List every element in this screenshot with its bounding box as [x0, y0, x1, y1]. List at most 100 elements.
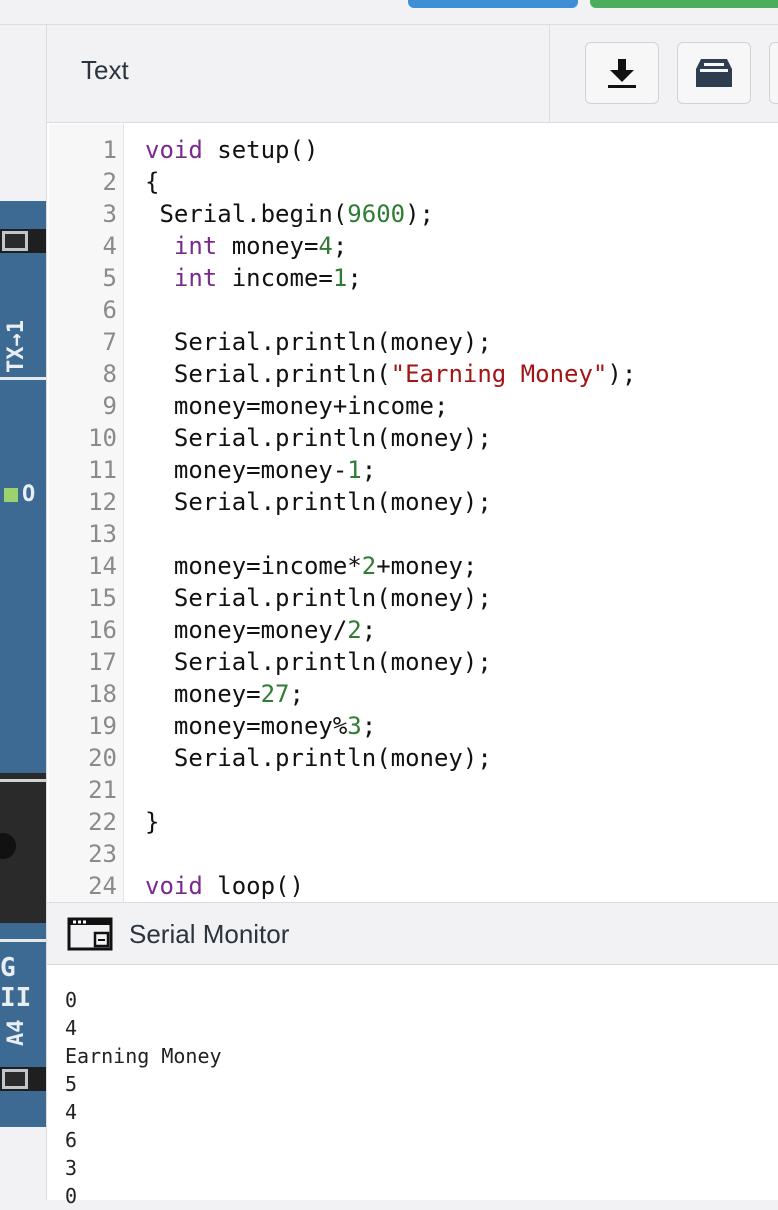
board-label-tx: TX→1: [4, 320, 29, 373]
line-number: 24: [88, 872, 117, 900]
line-number: 23: [88, 840, 117, 868]
board-pin-2: [2, 1069, 28, 1089]
line-number: 13: [88, 520, 117, 548]
code-token: ;: [289, 680, 304, 708]
code-token: ;: [332, 232, 348, 260]
line-number: 1: [102, 136, 117, 164]
code-token: money=money/: [145, 616, 348, 644]
serial-output-line: Earning Money: [65, 1044, 222, 1068]
board-led: [4, 488, 18, 502]
code-token: income=: [217, 264, 333, 292]
download-button[interactable]: [585, 42, 659, 104]
line-number: 4: [102, 232, 117, 260]
line-number: 18: [88, 680, 117, 708]
serial-monitor-header[interactable]: Serial Monitor: [47, 902, 778, 965]
board-label-g: G II: [0, 953, 32, 1013]
code-text: Serial.println("Earning Money");: [145, 358, 636, 390]
code-text: }: [145, 806, 159, 838]
header-divider: [549, 25, 550, 122]
board-chip: [0, 773, 46, 923]
serial-output-line: 3: [65, 1156, 78, 1180]
code-text: Serial.println(money);: [145, 486, 492, 518]
code-token: Serial.println(money);: [145, 424, 492, 452]
line-number: 5: [102, 264, 117, 292]
board-silkscreen-line-2: [0, 939, 46, 942]
keyword-token: int: [173, 232, 218, 260]
number-token: 2: [347, 616, 362, 644]
code-text: void setup(): [145, 134, 318, 166]
code-text: Serial.begin(9600);: [145, 198, 434, 230]
serial-output-line: 4: [65, 1100, 78, 1124]
number-token: 27: [260, 680, 290, 708]
code-text: money=money-1;: [145, 454, 376, 486]
code-text: money=money%3;: [145, 710, 376, 742]
number-token: 2: [361, 552, 377, 580]
panel-title: Text: [81, 55, 129, 85]
line-number: 8: [102, 360, 117, 388]
number-token: 9600: [347, 200, 406, 228]
circuit-board-canvas[interactable]: TX→1 O G II A4: [0, 201, 46, 1127]
keyword-token: void: [145, 136, 203, 164]
code-text: Serial.println(money);: [145, 582, 492, 614]
line-number: 21: [88, 776, 117, 804]
code-editor[interactable]: 1 void setup() 2{3 Serial.begin(9600); 4 in…: [49, 124, 778, 902]
top-green-button[interactable]: [590, 0, 778, 8]
code-text: money=27;: [145, 678, 304, 710]
code-text: {: [145, 166, 159, 198]
line-number: 12: [88, 488, 117, 516]
board-label-o: O: [22, 482, 36, 507]
code-token: loop(): [202, 872, 304, 900]
code-text: int money=4;: [145, 230, 347, 262]
board-pin: [2, 231, 28, 251]
code-token: Serial.println(money);: [145, 328, 492, 356]
serial-output-line: 4: [65, 1016, 78, 1040]
code-token: setup(): [202, 136, 319, 164]
code-text: int income=1;: [145, 262, 362, 294]
line-number: 22: [88, 808, 117, 836]
line-number: 9: [102, 392, 117, 420]
line-number: 14: [88, 552, 117, 580]
line-number: 11: [88, 456, 117, 484]
code-token: );: [607, 360, 637, 388]
top-blue-button[interactable]: [408, 0, 578, 8]
board-label-a4: A4: [4, 1019, 29, 1047]
archive-icon: [696, 59, 732, 87]
archive-button[interactable]: [677, 42, 751, 104]
line-number: 19: [88, 712, 117, 740]
code-token: Serial.println(money);: [145, 488, 492, 516]
code-token: Serial.println(money);: [145, 648, 492, 676]
line-number: 2: [102, 168, 117, 196]
string-token: "Earning Money": [390, 360, 608, 388]
line-number: 20: [88, 744, 117, 772]
code-panel-header: Text: [47, 25, 778, 123]
line-number: 16: [88, 616, 117, 644]
code-token: ;: [361, 616, 377, 644]
line-number: 15: [88, 584, 117, 612]
code-token: ;: [361, 456, 377, 484]
code-text: Serial.println(money);: [145, 422, 492, 454]
code-text: money=money+income;: [145, 390, 449, 422]
code-token: money=money-: [145, 456, 348, 484]
code-text: void loop(): [145, 870, 304, 902]
code-token: ;: [361, 712, 377, 740]
code-token: money=: [145, 680, 261, 708]
code-token: Serial.println(money);: [145, 744, 492, 772]
serial-monitor-icon: [67, 917, 113, 951]
line-number: 17: [88, 648, 117, 676]
serial-monitor-title: Serial Monitor: [129, 919, 290, 949]
code-token: money=money+income;: [145, 392, 449, 420]
serial-output-line: 0: [65, 1184, 78, 1208]
keyword-token: void: [145, 872, 203, 900]
code-token: +money;: [376, 552, 478, 580]
code-token: );: [405, 200, 434, 228]
code-token: Serial.println(: [145, 360, 391, 388]
code-token: Serial.println(money);: [145, 584, 492, 612]
code-token: money=money%: [145, 712, 348, 740]
overflow-button[interactable]: [769, 42, 778, 104]
code-text: Serial.println(money);: [145, 646, 492, 678]
code-text: money=income*2+money;: [145, 550, 477, 582]
code-panel: Text 1 void setup() 2 {3 Serial.begin(9600)…: [46, 25, 778, 1208]
serial-output-line: 6: [65, 1128, 78, 1152]
keyword-token: int: [173, 264, 218, 292]
